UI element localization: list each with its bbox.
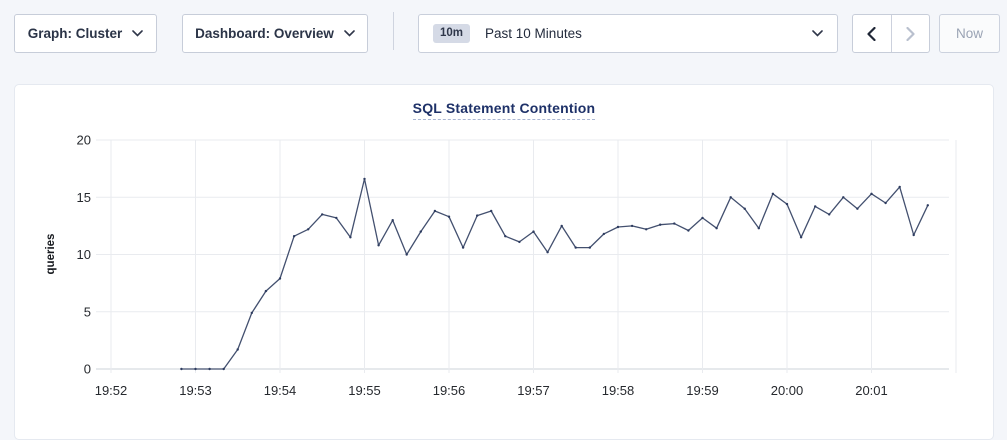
data-point-marker <box>687 229 689 231</box>
data-point-marker <box>392 219 394 221</box>
data-point-marker <box>532 230 534 232</box>
x-tick-label: 19:58 <box>602 383 635 398</box>
chevron-left-icon <box>867 27 876 41</box>
data-point-marker <box>476 214 478 216</box>
x-tick-label: 19:59 <box>686 383 719 398</box>
data-point-marker <box>589 246 591 248</box>
x-tick-label: 19:54 <box>264 383 297 398</box>
chevron-right-icon <box>906 27 915 41</box>
data-point-marker <box>842 196 844 198</box>
data-point-marker <box>237 348 239 350</box>
x-tick-label: 19:57 <box>517 383 550 398</box>
data-point-marker <box>758 227 760 229</box>
contention-chart[interactable]: queries 0 5 10 15 20 19:52 19:53 19:54 19:55 19:5… <box>15 85 995 415</box>
data-point-marker <box>730 196 732 198</box>
data-point-marker <box>856 208 858 210</box>
chevron-down-icon <box>132 30 143 37</box>
chevron-down-icon <box>344 30 355 37</box>
data-point-marker <box>518 241 520 243</box>
y-tick-label: 15 <box>77 190 91 205</box>
chevron-down-icon <box>812 30 823 37</box>
data-point-marker <box>377 244 379 246</box>
data-point-marker <box>814 205 816 207</box>
next-window-button[interactable] <box>891 15 930 52</box>
data-point-marker <box>786 203 788 205</box>
data-point-marker <box>913 234 915 236</box>
data-point-marker <box>504 235 506 237</box>
data-point-marker <box>659 224 661 226</box>
data-point-marker <box>279 277 281 279</box>
data-point-marker <box>561 225 563 227</box>
data-point-marker <box>899 186 901 188</box>
data-point-marker <box>715 227 717 229</box>
data-point-marker <box>434 210 436 212</box>
data-point-marker <box>307 228 309 230</box>
data-point-marker <box>701 217 703 219</box>
y-tick-label: 10 <box>77 247 91 262</box>
data-point-marker <box>603 233 605 235</box>
prev-window-button[interactable] <box>853 15 891 52</box>
time-range-badge: 10m <box>433 24 470 44</box>
data-point-marker <box>349 236 351 238</box>
time-range-selector[interactable]: 10m Past 10 Minutes <box>418 14 838 53</box>
time-range-label: Past 10 Minutes <box>485 26 812 41</box>
data-point-marker <box>223 368 225 370</box>
data-point-marker <box>800 236 802 238</box>
data-point-marker <box>575 246 577 248</box>
data-point-marker <box>884 202 886 204</box>
dashboard-dropdown-label: Dashboard: Overview <box>195 26 334 41</box>
x-tick-label: 19:55 <box>348 383 381 398</box>
toolbar-divider <box>393 12 394 50</box>
data-point-marker <box>828 213 830 215</box>
x-tick-label: 19:56 <box>433 383 466 398</box>
data-point-marker <box>265 290 267 292</box>
data-point-marker <box>462 246 464 248</box>
data-point-marker <box>673 222 675 224</box>
data-point-marker <box>194 368 196 370</box>
data-point-marker <box>420 230 422 232</box>
data-point-marker <box>927 204 929 206</box>
data-point-marker <box>406 253 408 255</box>
data-point-marker <box>490 210 492 212</box>
data-point-marker <box>335 217 337 219</box>
now-button-label: Now <box>956 26 983 41</box>
data-point-marker <box>448 216 450 218</box>
x-tick-label: 20:00 <box>771 383 804 398</box>
data-point-marker <box>772 193 774 195</box>
x-tick-label: 19:52 <box>95 383 128 398</box>
data-point-marker <box>631 225 633 227</box>
graph-dropdown[interactable]: Graph: Cluster <box>14 14 157 53</box>
dashboard-dropdown[interactable]: Dashboard: Overview <box>182 14 368 53</box>
data-point-marker <box>363 178 365 180</box>
y-tick-label: 0 <box>84 362 91 377</box>
now-button[interactable]: Now <box>939 14 1000 53</box>
y-axis-label: queries <box>45 234 57 275</box>
y-tick-label: 5 <box>84 304 91 319</box>
y-tick-label: 20 <box>77 133 91 148</box>
x-tick-label: 19:53 <box>179 383 212 398</box>
data-point-marker <box>251 312 253 314</box>
graph-dropdown-label: Graph: Cluster <box>28 26 123 41</box>
data-point-marker <box>321 213 323 215</box>
data-point-marker <box>293 235 295 237</box>
time-window-nav <box>852 14 930 53</box>
data-point-marker <box>546 251 548 253</box>
x-tick-label: 20:01 <box>855 383 888 398</box>
data-point-marker <box>744 208 746 210</box>
chart-panel: SQL Statement Contention queries 0510152… <box>14 84 994 440</box>
data-point-marker <box>870 193 872 195</box>
data-point-marker <box>617 226 619 228</box>
data-point-marker <box>645 228 647 230</box>
data-point-marker <box>180 368 182 370</box>
data-point-marker <box>208 368 210 370</box>
